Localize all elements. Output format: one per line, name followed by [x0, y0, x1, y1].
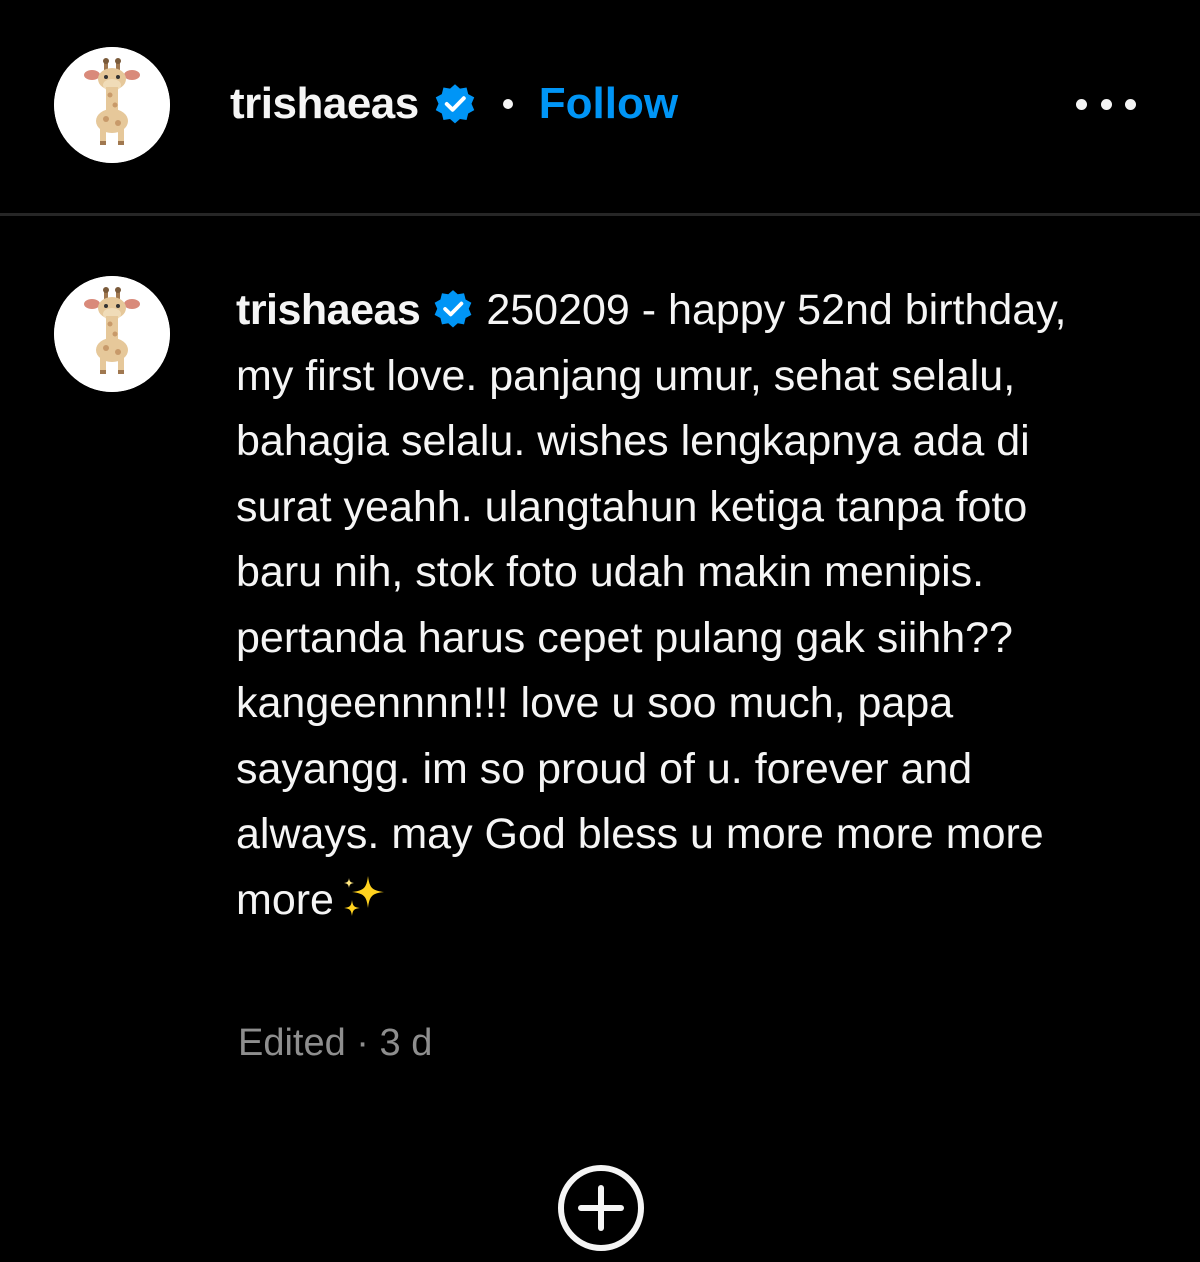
header-username[interactable]: trishaeas — [230, 79, 419, 129]
verified-badge-icon — [432, 288, 474, 330]
plus-circle-icon[interactable] — [557, 1164, 645, 1252]
verified-badge-icon — [433, 82, 477, 126]
more-dot — [1100, 98, 1112, 110]
caption-text: 250209 - happy 52nd birthday, my first l… — [236, 286, 1067, 924]
header-user-row: trishaeas Follow — [230, 72, 678, 136]
giraffe-avatar-image — [54, 47, 170, 163]
more-options-icon[interactable] — [1076, 92, 1136, 116]
comment-username[interactable]: trishaeas — [236, 286, 421, 334]
giraffe-avatar-image — [54, 276, 170, 392]
comment-meta: Edited · 3 d — [238, 1022, 433, 1064]
follow-button[interactable]: Follow — [539, 79, 678, 129]
more-dot — [1125, 98, 1136, 110]
more-dot — [1076, 98, 1087, 110]
separator-dot — [502, 99, 513, 109]
caption-text-block: trishaeas 250209 - happy 52nd birthday, … — [236, 278, 1116, 933]
avatar[interactable] — [54, 47, 170, 163]
comment-avatar[interactable] — [54, 276, 170, 392]
post-header: trishaeas Follow — [0, 0, 1200, 216]
sparkles-icon — [340, 872, 388, 920]
